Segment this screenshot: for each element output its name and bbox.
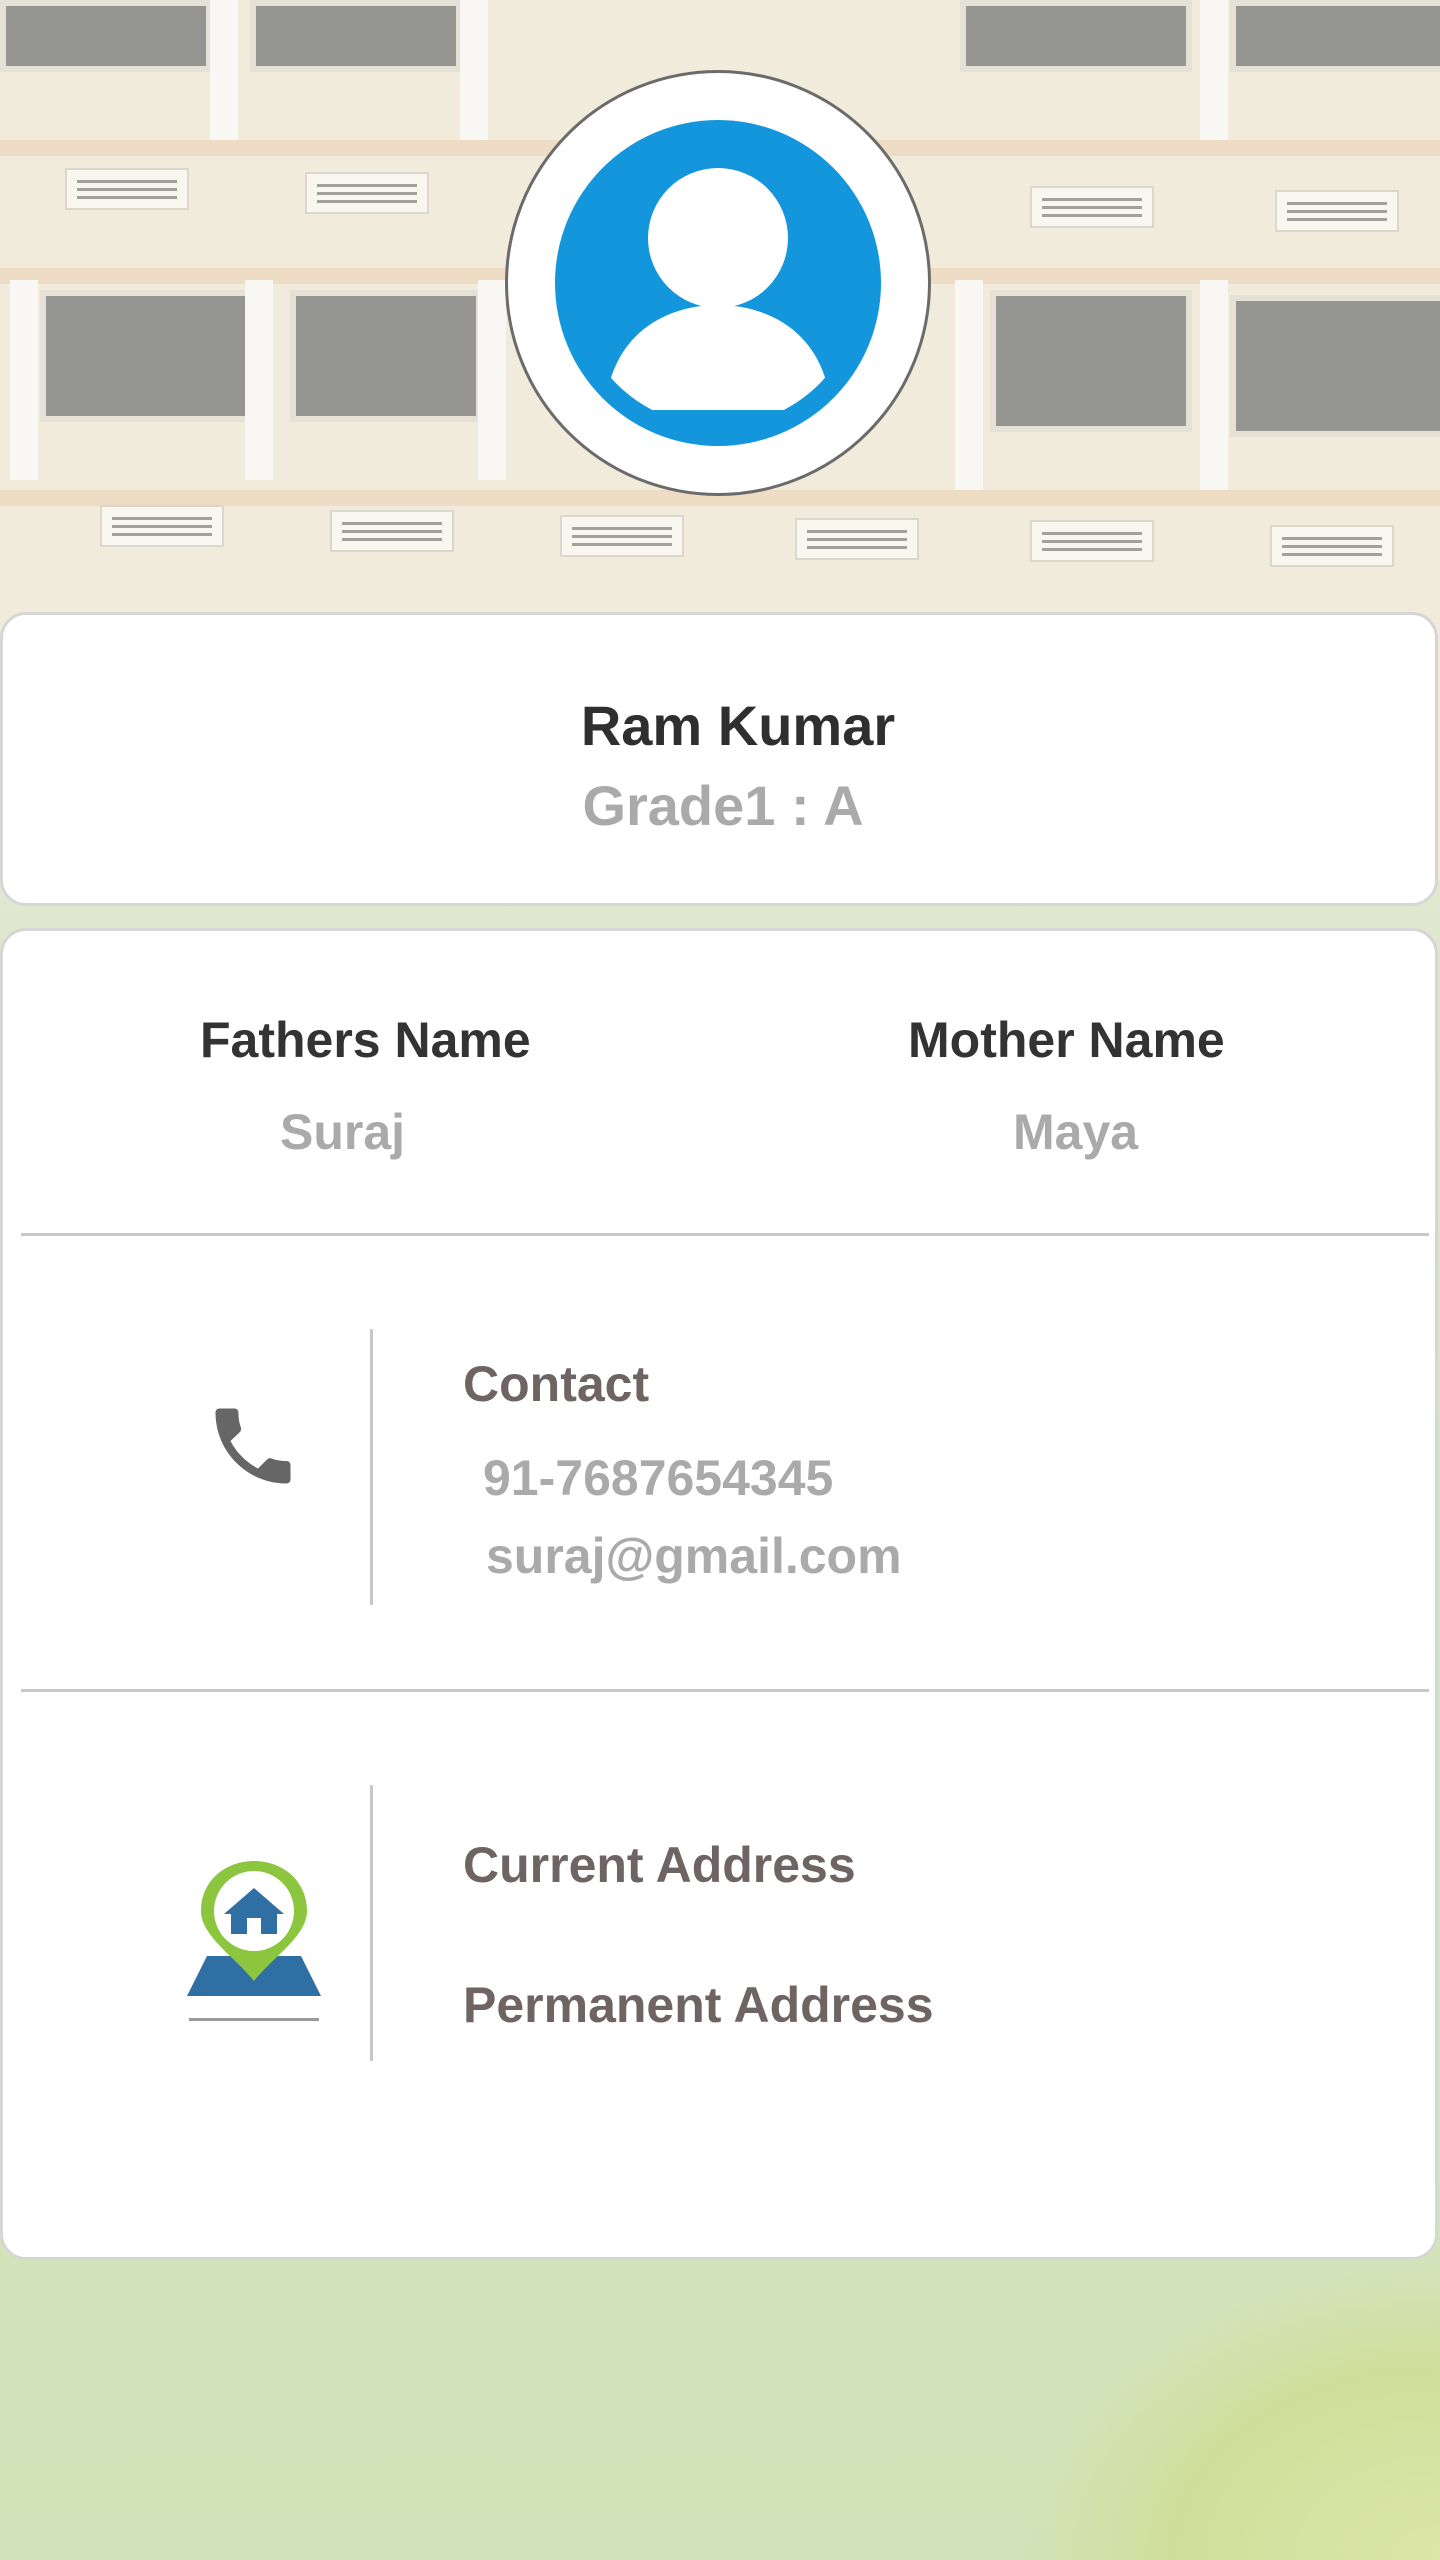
permanent-address-label: Permanent Address [463, 1977, 934, 2033]
contact-label: Contact [463, 1356, 650, 1412]
student-name: Ram Kumar [580, 694, 896, 757]
contact-divider [370, 1329, 373, 1605]
mother-name-value: Maya [1013, 1104, 1139, 1160]
address-divider [370, 1785, 373, 2061]
contact-email[interactable]: suraj@gmail.com [486, 1527, 902, 1585]
student-details-card: Fathers Name Suraj Mother Name Maya Cont… [0, 928, 1438, 2260]
profile-avatar[interactable] [505, 70, 931, 496]
student-grade: Grade1 : A [582, 774, 864, 837]
father-name-value: Suraj [280, 1104, 406, 1160]
user-icon [555, 120, 881, 446]
contact-phone[interactable]: 91-7687654345 [483, 1449, 833, 1507]
phone-icon[interactable] [203, 1396, 303, 1496]
current-address-label: Current Address [463, 1837, 856, 1893]
father-name-label: Fathers Name [200, 1012, 531, 1068]
section-divider [21, 1689, 1429, 1692]
home-location-icon [179, 1856, 329, 2036]
section-divider [21, 1233, 1429, 1236]
student-name-card: Ram Kumar Grade1 : A [0, 612, 1438, 906]
mother-name-label: Mother Name [908, 1012, 1225, 1068]
